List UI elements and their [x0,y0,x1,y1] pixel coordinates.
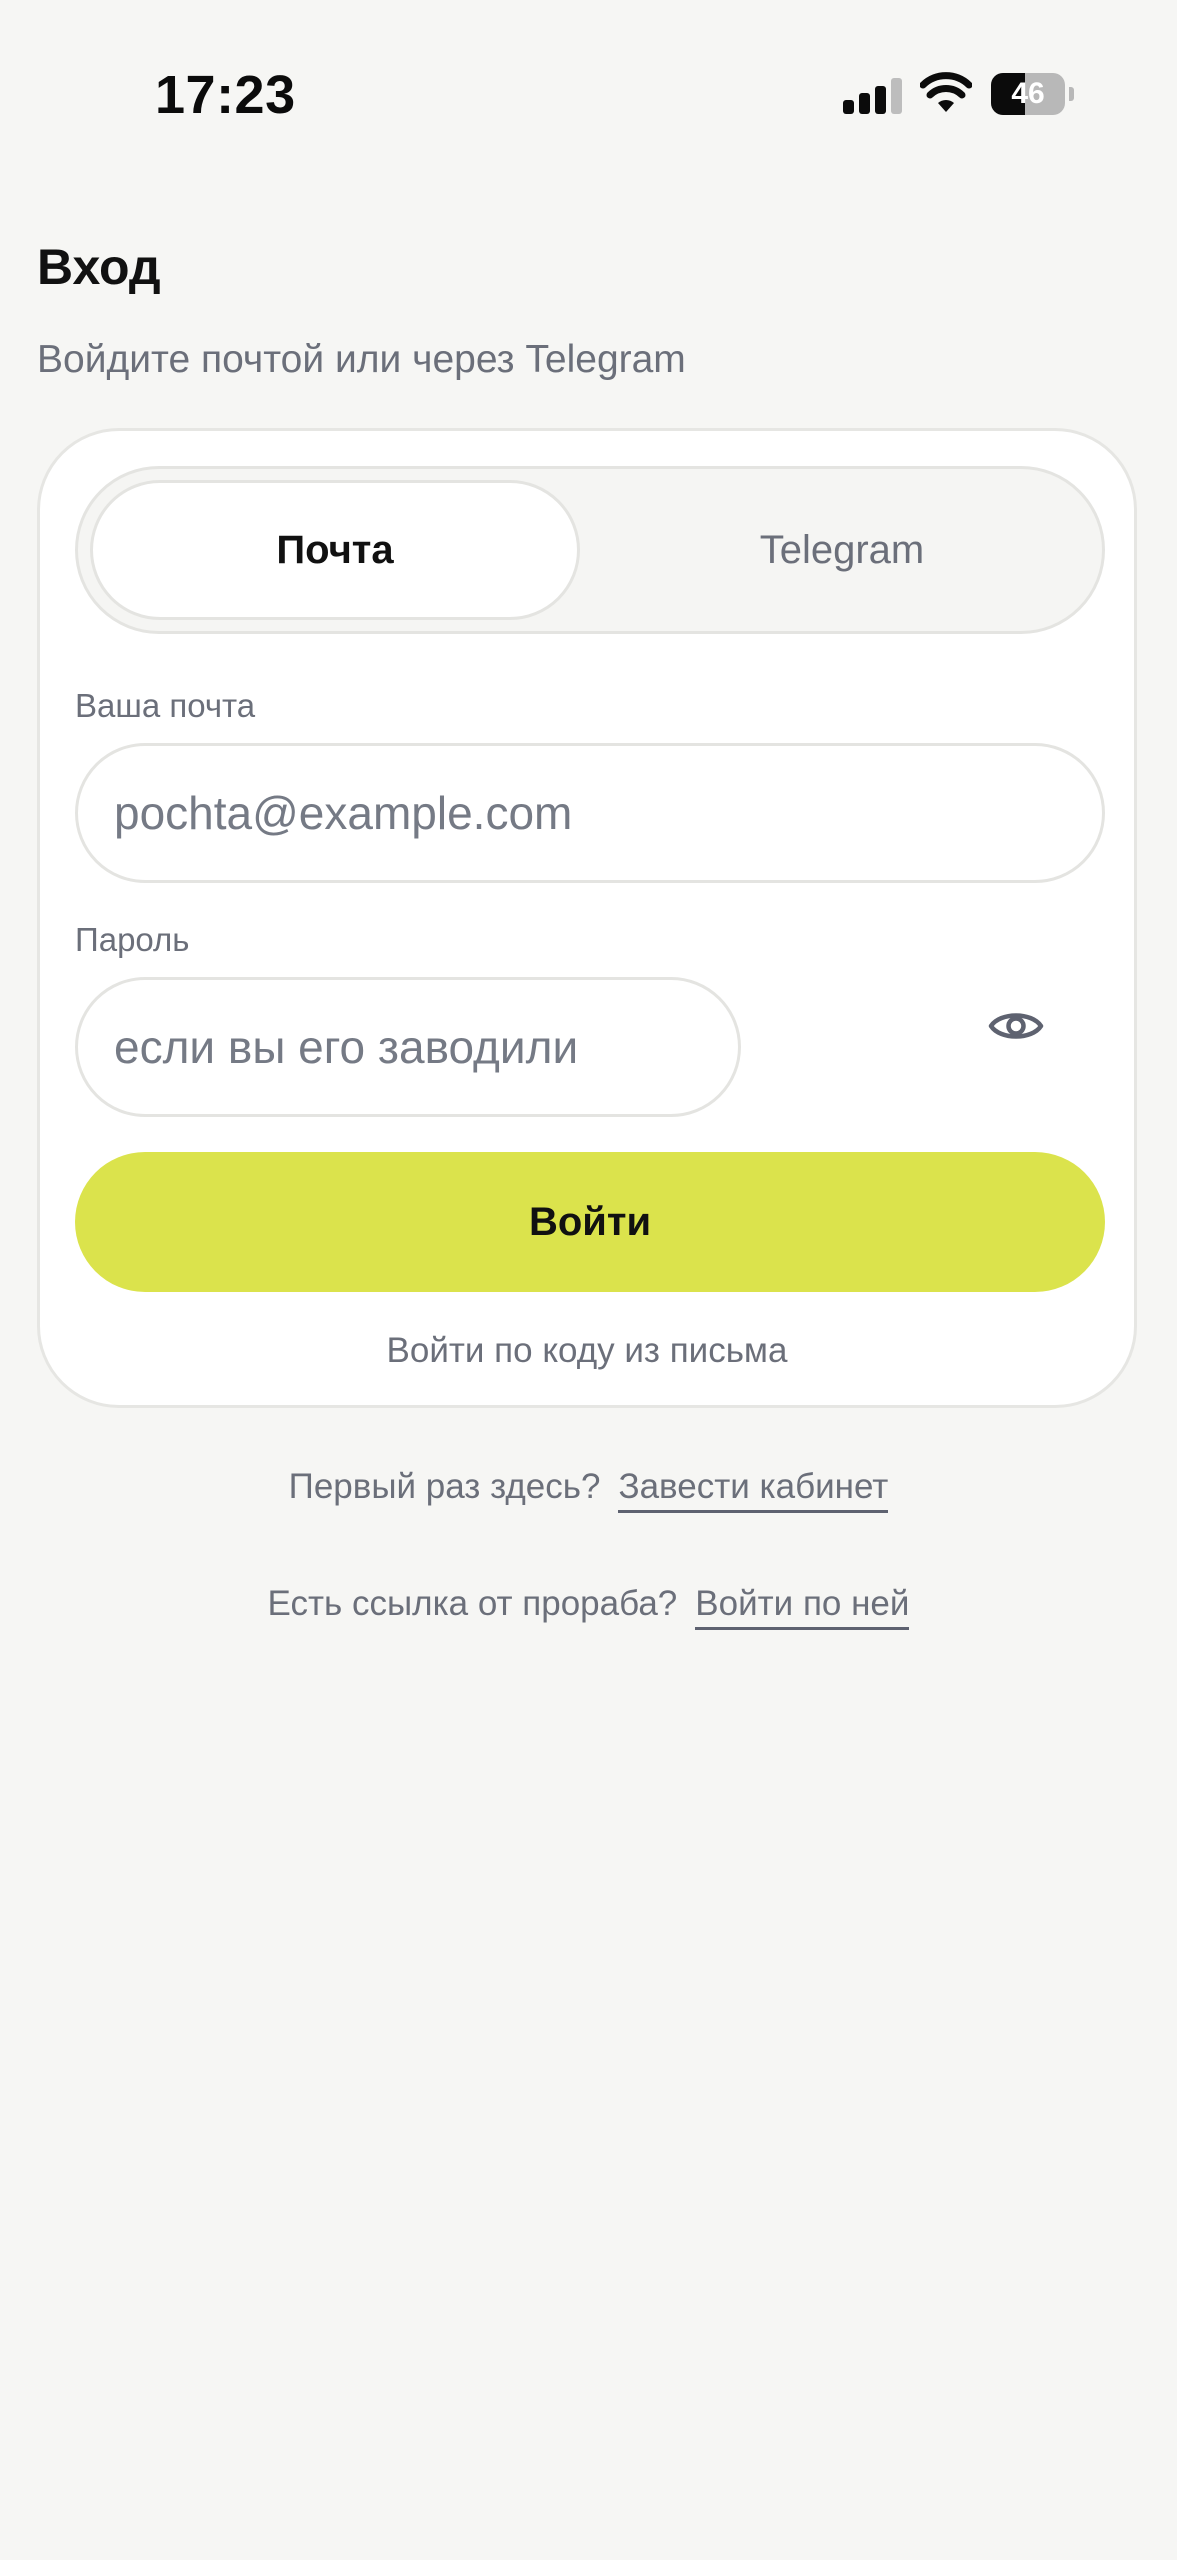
signup-prompt: Первый раз здесь? [288,1467,601,1506]
code-login-link[interactable]: Войти по коду из письма [40,1331,1134,1371]
page-title: Вход [37,239,161,295]
signup-link[interactable]: Завести кабинет [618,1467,889,1513]
login-method-switch: Почта Telegram [75,466,1105,634]
login-card: Почта Telegram Ваша почта Пароль Войти В… [37,428,1137,1408]
status-bar: 17:23 46 [0,0,1177,190]
login-button[interactable]: Войти [75,1152,1105,1292]
battery-level: 46 [1011,77,1045,110]
foreman-prompt: Есть ссылка от прораба? [267,1584,678,1623]
password-field[interactable] [75,977,741,1117]
battery-nub [1069,87,1074,101]
page-subtitle: Войдите почтой или через Telegram [37,338,686,381]
status-time: 17:23 [155,65,296,125]
eye-icon[interactable] [988,1006,1044,1046]
cellular-signal-icon [843,78,903,114]
foreman-link[interactable]: Войти по ней [695,1584,910,1630]
battery-icon: 46 [991,73,1067,115]
password-label: Пароль [75,921,190,958]
wifi-icon [920,72,972,112]
foreman-row: Есть ссылка от прораба? Войти по ней [0,1584,1177,1630]
email-field[interactable] [75,743,1105,883]
signup-row: Первый раз здесь? Завести кабинет [0,1467,1177,1513]
email-label: Ваша почта [75,687,256,724]
tab-email[interactable]: Почта [90,480,580,620]
tab-telegram[interactable]: Telegram [592,480,1092,620]
